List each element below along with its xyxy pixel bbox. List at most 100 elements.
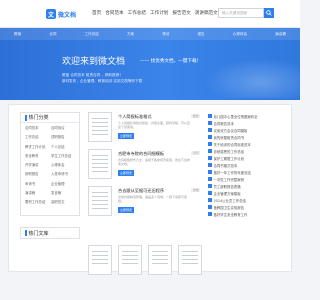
category-link[interactable]: 合同协议 xyxy=(51,125,75,130)
list-item-label[interactable]: 企业管理方案模板 xyxy=(214,191,241,196)
preview-button[interactable]: 立即预览 xyxy=(118,207,134,213)
document-icon xyxy=(208,170,212,174)
strip-item[interactable]: 合同 xyxy=(49,32,56,37)
category-box: 热门分类 合同范本 合同协议 工作总结 述职报告 教学工作计划 个人总结 安全教… xyxy=(20,112,80,216)
list-item-label[interactable]: 我的房屋租赁合同书 xyxy=(214,135,245,140)
document-icon xyxy=(208,156,212,160)
hero-decoration xyxy=(205,58,300,98)
doc-title[interactable]: 合去跟从至据可还旧程序 xyxy=(118,188,164,194)
search-icon xyxy=(266,10,272,16)
strip-item[interactable]: 方案 xyxy=(127,32,134,37)
document-icon xyxy=(208,149,212,153)
category-link[interactable]: 合同范本 xyxy=(25,125,49,130)
search-input[interactable]: 输入关键词搜索 xyxy=(218,8,264,18)
strip-item[interactable]: 策划 xyxy=(162,32,169,37)
category-grid: 合同范本 合同协议 工作总结 述职报告 教学工作计划 个人总结 安全教育 学生工… xyxy=(21,123,79,206)
category-link[interactable]: 入党申请书 xyxy=(51,171,75,176)
logo-icon: 文 xyxy=(46,9,56,19)
document-icon xyxy=(208,177,212,181)
nav-item-plans[interactable]: 工作计划 xyxy=(150,10,168,16)
search-placeholder: 输入关键词搜索 xyxy=(222,10,248,15)
hero-line: 覆盖 合同范本 租赁合同 ，精彩推荐！ xyxy=(62,73,123,77)
hero-banner: 教案 合同 工作总结 方案 策划 报告 心得体会 演讲稿 欢迎来到微文档 —— … xyxy=(0,28,300,100)
nav-item-speeches[interactable]: 演讲稿范文 xyxy=(195,10,218,16)
category-link[interactable]: 开学演讲 xyxy=(25,162,49,167)
category-link[interactable]: 述职报告 xyxy=(51,134,75,139)
document-icon xyxy=(208,191,212,195)
category-link[interactable]: 辞职报告 xyxy=(25,171,49,176)
hot-doc-thumbnail[interactable] xyxy=(88,245,112,275)
category-link[interactable]: 工作总结 xyxy=(25,134,49,139)
category-link[interactable]: 安全教育 xyxy=(25,153,49,158)
list-item-label[interactable]: 做好一年工作的年度总结 xyxy=(214,170,251,175)
strip-item[interactable]: 心得体会 xyxy=(233,32,247,37)
category-link[interactable]: 蓄积工作总结 xyxy=(25,199,49,204)
recent-doc-list: 幼儿园中心里全位情图案利全 合同报告范本 买卖双方会议合同模板 我的房屋租赁合同… xyxy=(208,112,288,218)
doc-title[interactable]: 个人简报标准格式 xyxy=(118,114,152,120)
hot-doc-thumbnail[interactable] xyxy=(118,245,142,275)
title-bar-accent xyxy=(25,114,27,121)
strip-item[interactable]: 演讲稿 xyxy=(275,32,286,37)
list-item-label[interactable]: 保护工期限工作计划 xyxy=(214,156,245,161)
hero-title: 欢迎来到微文档 xyxy=(62,57,126,67)
strip-item[interactable]: 报告 xyxy=(197,32,204,37)
strip-item[interactable]: 教案 xyxy=(14,32,21,37)
document-icon xyxy=(208,184,212,188)
category-link[interactable]: 演讲稿 xyxy=(25,190,49,195)
main-nav: 首页 合同范本 工作总结 工作计划 报告范文 演讲稿范文 xyxy=(92,10,218,16)
category-link[interactable]: 教学工作计划 xyxy=(25,144,49,149)
doc-title[interactable]: 合肥市寺院的合同细模板 xyxy=(118,151,164,157)
document-icon xyxy=(208,198,212,202)
preview-button[interactable]: 立即预览 xyxy=(118,170,134,176)
document-icon xyxy=(208,142,212,146)
category-link[interactable]: 心得体会 xyxy=(51,162,75,167)
list-item-label[interactable]: 你就感恩的工作总结 xyxy=(214,149,245,154)
category-link[interactable]: 高职范文 xyxy=(51,199,75,204)
doc-description: 文档内容精选整理，涵盖多个领域，一键下载即可使用。 xyxy=(118,195,188,203)
doc-card[interactable]: 合去跟从至据可还旧程序 文档 文档内容精选整理，涵盖多个领域，一键下载即可使用。… xyxy=(88,186,200,216)
list-item-label[interactable]: 一次性工作完整案例 xyxy=(214,177,245,182)
doc-thumbnail[interactable] xyxy=(88,112,112,142)
list-item-label[interactable]: 2014公业员工作总结 xyxy=(214,198,246,203)
category-link[interactable]: 企业管理 xyxy=(51,181,75,186)
category-link[interactable]: 发言稿 xyxy=(51,190,75,195)
strip-item[interactable]: 工作总结 xyxy=(85,32,99,37)
doc-description: 合同模板样式齐全，适用于各类场景使用，欢迎下载参考文档。 xyxy=(118,158,191,166)
featured-docs: 个人简报标准格式 报告 个人简报标准格式模板，内容全面，结构清晰，可以直接下载使… xyxy=(88,112,200,216)
list-item-label[interactable]: 关于培训的合同标准范本 xyxy=(214,142,251,147)
list-item[interactable]: 做好学生安全教育工作 xyxy=(208,210,288,218)
list-item-label[interactable]: 度教园卫生实验报告 xyxy=(214,205,245,210)
doc-tag: 文档 xyxy=(191,188,200,192)
hot-doc-thumbnail[interactable] xyxy=(178,245,202,275)
doc-thumbnail[interactable] xyxy=(88,149,112,179)
hot-library-header: 热门文库 xyxy=(20,227,80,239)
list-item-label[interactable]: 买卖双方会议合同模板 xyxy=(214,128,248,133)
nav-item-summaries[interactable]: 工作总结 xyxy=(128,10,146,16)
doc-tag: 报告 xyxy=(191,114,200,118)
site-name: 微文档 xyxy=(58,11,77,19)
nav-item-contracts[interactable]: 合同范本 xyxy=(105,10,123,16)
hero-subtitle: —— 找优秀文档，一键下载！ xyxy=(140,59,202,64)
doc-tag: 合同 xyxy=(191,151,200,155)
document-icon xyxy=(208,205,212,209)
category-link[interactable]: 学生工作总结 xyxy=(51,153,75,158)
search-button[interactable] xyxy=(264,8,274,18)
doc-card[interactable]: 合肥市寺院的合同细模板 合同 合同模板样式齐全，适用于各类场景使用，欢迎下载参考… xyxy=(88,149,200,179)
nav-item-home[interactable]: 首页 xyxy=(92,10,101,16)
doc-thumbnail[interactable] xyxy=(88,186,112,216)
list-item-label[interactable]: 合同书格式范本 xyxy=(214,163,238,168)
hot-doc-thumbnail[interactable] xyxy=(148,245,172,275)
doc-card[interactable]: 个人简报标准格式 报告 个人简报标准格式模板，内容全面，结构清晰，可以直接下载使… xyxy=(88,112,200,142)
list-item-label[interactable]: 幼儿园中心里全位情图案利全 xyxy=(214,114,258,119)
list-item-label[interactable]: 员工辞职报告表格 xyxy=(214,184,241,189)
preview-button[interactable]: 立即预览 xyxy=(118,133,134,139)
hero-category-strip: 教案 合同 工作总结 方案 策划 报告 心得体会 演讲稿 xyxy=(0,28,300,40)
site-logo[interactable]: 文 微文档 xyxy=(46,8,76,20)
nav-item-reports[interactable]: 报告范文 xyxy=(172,10,190,16)
list-item-label[interactable]: 合同报告范本 xyxy=(214,121,234,126)
document-icon xyxy=(208,121,212,125)
list-item-label[interactable]: 做好学生安全教育工作 xyxy=(214,212,248,217)
category-link[interactable]: 个人总结 xyxy=(51,144,75,149)
category-link[interactable]: 申请书 xyxy=(25,181,49,186)
doc-description: 个人简报标准格式模板，内容全面，结构清晰，可以直接下载使用。 xyxy=(118,121,191,129)
